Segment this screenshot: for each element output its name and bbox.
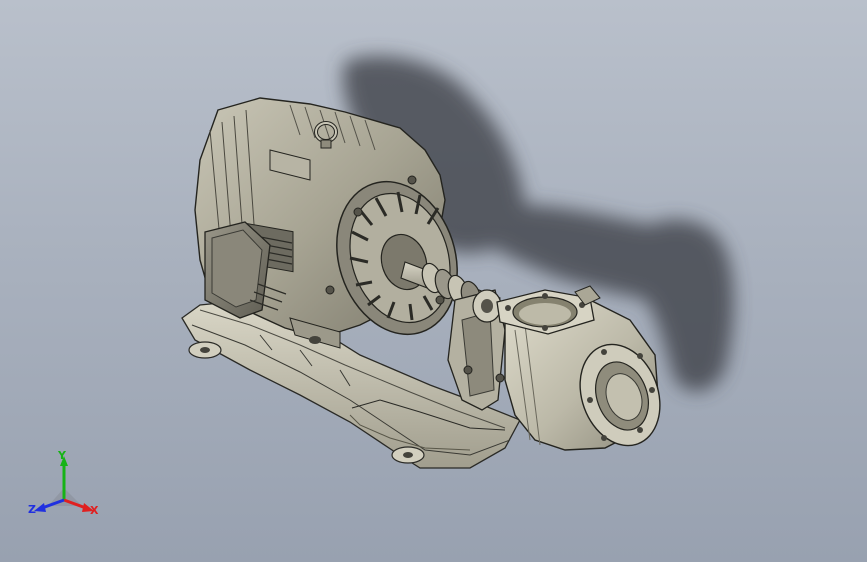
- y-axis-label: Y: [58, 449, 66, 462]
- model-scene[interactable]: [0, 0, 867, 562]
- z-axis-label: Z: [28, 503, 36, 516]
- graphics-viewport[interactable]: Y Z X: [0, 0, 867, 562]
- orientation-triad[interactable]: Y Z X: [24, 448, 104, 520]
- bearing-bracket: [447, 289, 506, 411]
- x-axis-label: X: [90, 504, 99, 517]
- centrifugal-pump: [496, 285, 661, 451]
